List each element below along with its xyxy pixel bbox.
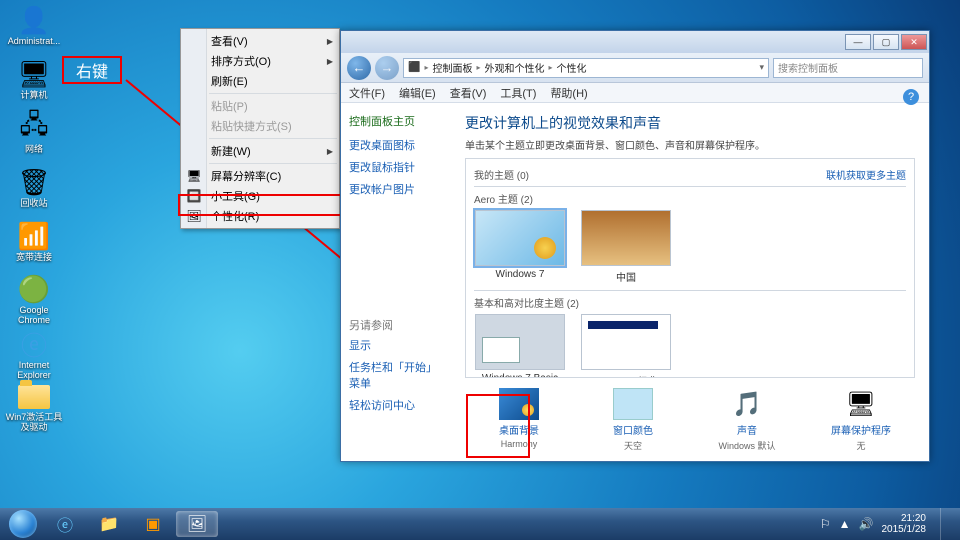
network-icon: 🖧 [18,112,50,144]
user-icon: 👤 [18,4,50,36]
breadcrumb-seg[interactable]: 控制面板 [432,60,472,75]
personalization-window: — ▢ ✕ ← → ⬛ ▸ 控制面板 ▸ 外观和个性化 ▸ 个性化 ▾ 搜索控制… [340,30,930,462]
window-menubar: 文件(F) 编辑(E) 查看(V) 工具(T) 帮助(H) [341,83,929,103]
theme-classic[interactable]: Windows 经典 [580,314,672,378]
search-input[interactable]: 搜索控制面板 [773,58,923,78]
taskbar[interactable]: ⓔ 📁 ▣ 🖼 ⚐ ▲ 🔊 21:20 2015/1/28 [0,508,960,540]
ctx-sep [209,138,337,139]
nav-forward-button[interactable]: → [375,56,399,80]
ctx-sep [209,93,337,94]
window-color-icon [613,388,653,420]
ctx-refresh[interactable]: 刷新(E) [181,71,339,91]
desktop-icons: 👤Administrat... 🖥计算机 🖧网络 🗑回收站 📶宽带连接 🟢Goo… [4,4,64,436]
desktop-icon-folder[interactable]: Win7激活工具及驱动 [4,382,64,432]
link-window-color[interactable]: 窗口颜色天空 [585,388,681,452]
theme-windows7[interactable]: Windows 7 [474,210,566,284]
theme-group-my: 我的主题 (0)联机获取更多主题 [474,167,906,182]
system-tray: ⚐ ▲ 🔊 21:20 2015/1/28 [820,508,956,540]
desktop-icon-broadband[interactable]: 📶宽带连接 [4,220,64,270]
link-sound[interactable]: 🎵声音Windows 默认 [699,388,795,452]
breadcrumb-seg[interactable]: 外观和个性化 [484,60,544,75]
bottom-links-row: 桌面背景Harmony 窗口颜色天空 🎵声音Windows 默认 🖥屏幕保护程序… [465,388,915,452]
ctx-new[interactable]: 新建(W) [181,141,339,161]
desktop-icon-admin[interactable]: 👤Administrat... [4,4,64,54]
close-button[interactable]: ✕ [901,34,927,50]
link-taskbar-start[interactable]: 任务栏和「开始」菜单 [349,359,443,391]
ie-icon: ⓔ [18,328,50,360]
tray-volume-icon[interactable]: 🔊 [859,517,874,531]
theme-thumb [475,210,565,266]
breadcrumb-seg[interactable]: 个性化 [557,60,587,75]
theme-group-basic: 基本和高对比度主题 (2) [474,295,906,310]
menu-view[interactable]: 查看(V) [450,85,487,101]
ctx-paste-shortcut: 粘贴快捷方式(S) [181,116,339,136]
link-desktop-icons[interactable]: 更改桌面图标 [349,137,443,153]
link-screensaver[interactable]: 🖥屏幕保护程序无 [813,388,909,452]
recycle-icon: 🗑 [18,166,50,198]
link-display[interactable]: 显示 [349,337,443,353]
menu-tools[interactable]: 工具(T) [500,85,536,101]
windows-orb-icon [9,510,37,538]
desktop-icon-chrome[interactable]: 🟢Google Chrome [4,274,64,324]
ctx-paste: 粘贴(P) [181,96,339,116]
ctx-view[interactable]: 查看(V) [181,31,339,51]
page-title: 更改计算机上的视觉效果和声音 [465,113,915,133]
window-titlebar[interactable]: — ▢ ✕ [341,31,929,53]
tray-flag-icon[interactable]: ⚐ [820,517,831,531]
broadband-icon: 📶 [18,220,50,252]
ctx-resolution[interactable]: 🖥屏幕分辨率(C) [181,166,339,186]
link-ease-access[interactable]: 轻松访问中心 [349,397,443,413]
theme-group-aero: Aero 主题 (2) [474,191,906,206]
desktop-icon-network[interactable]: 🖧网络 [4,112,64,162]
chrome-icon: 🟢 [18,274,50,305]
maximize-button[interactable]: ▢ [873,34,899,50]
control-panel-icon: ⬛ [408,62,420,73]
left-pane: 控制面板主页 更改桌面图标 更改鼠标指针 更改帐户图片 另请参阅 显示 任务栏和… [341,103,451,461]
annotation-rightclick: 右键 [62,56,122,84]
show-desktop-button[interactable] [940,508,952,540]
ctx-sep [209,163,337,164]
themes-container: 我的主题 (0)联机获取更多主题 Aero 主题 (2) Windows 7 中… [465,158,915,378]
tray-overflow-icon[interactable]: ▲ [839,517,851,531]
desktop-icon-computer[interactable]: 🖥计算机 [4,58,64,108]
annotation-desktop-background [466,394,530,458]
menu-edit[interactable]: 编辑(E) [399,85,436,101]
chevron-down-icon[interactable]: ▾ [759,62,764,73]
link-mouse-pointer[interactable]: 更改鼠标指针 [349,159,443,175]
taskbar-ie[interactable]: ⓔ [44,511,86,537]
monitor-icon: 🖥 [186,168,202,184]
computer-icon: 🖥 [18,58,50,90]
folder-icon [18,382,50,412]
theme-thumb [475,314,565,370]
taskbar-clock[interactable]: 21:20 2015/1/28 [882,513,927,535]
desktop-icon-ie[interactable]: ⓔInternet Explorer [4,328,64,378]
taskbar-media[interactable]: ▣ [132,511,174,537]
minimize-button[interactable]: — [845,34,871,50]
link-more-themes[interactable]: 联机获取更多主题 [826,167,906,182]
breadcrumb[interactable]: ⬛ ▸ 控制面板 ▸ 外观和个性化 ▸ 个性化 ▾ [403,58,769,78]
taskbar-explorer[interactable]: 📁 [88,511,130,537]
theme-thumb [581,210,671,266]
menu-file[interactable]: 文件(F) [349,85,385,101]
theme-china[interactable]: 中国 [580,210,672,284]
nav-back-button[interactable]: ← [347,56,371,80]
desktop-icon-recycle[interactable]: 🗑回收站 [4,166,64,216]
page-subtitle: 单击某个主题立即更改桌面背景、窗口颜色、声音和屏幕保护程序。 [465,137,915,152]
start-button[interactable] [4,509,42,539]
sound-icon: 🎵 [727,388,767,420]
taskbar-personalization[interactable]: 🖼 [176,511,218,537]
left-pane-subhead: 另请参阅 [349,317,443,333]
theme-win7-basic[interactable]: Windows 7 Basic [474,314,566,378]
theme-thumb [581,314,671,370]
screensaver-icon: 🖥 [841,388,881,420]
ctx-sort[interactable]: 排序方式(O) [181,51,339,71]
left-pane-heading: 控制面板主页 [349,113,443,129]
link-account-picture[interactable]: 更改帐户图片 [349,181,443,197]
menu-help[interactable]: 帮助(H) [550,85,587,101]
window-navbar: ← → ⬛ ▸ 控制面板 ▸ 外观和个性化 ▸ 个性化 ▾ 搜索控制面板 [341,53,929,83]
annotation-ctx-personalize [178,194,342,216]
